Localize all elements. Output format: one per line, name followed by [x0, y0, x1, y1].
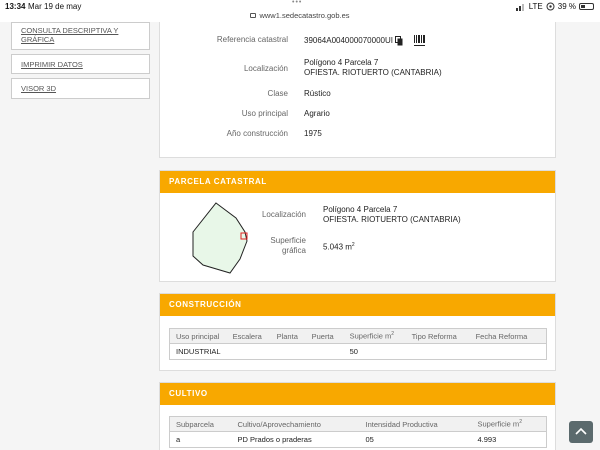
- clase-label: Clase: [267, 89, 288, 98]
- location-icon: [546, 2, 555, 11]
- battery-percent: 39 %: [557, 2, 576, 11]
- status-bar: 13:34 Mar 19 de may ••• www1.sedecatastr…: [0, 0, 600, 22]
- localizacion-line1: Polígono 4 Parcela 7: [304, 58, 379, 67]
- localizacion-label: Localización: [243, 64, 288, 73]
- address-bar[interactable]: www1.sedecatastro.gob.es: [0, 11, 600, 20]
- table-cell: a: [176, 435, 181, 444]
- column-header: Cultivo/Aprovechamiento: [231, 416, 360, 432]
- table-cell: 05: [365, 435, 374, 444]
- parcela-card: PARCELA CATASTRAL Localización Polígono …: [159, 170, 556, 282]
- sidebar-item-visor3d[interactable]: VISOR 3D: [11, 78, 150, 99]
- parcela-localizacion-label: Localización: [261, 210, 306, 219]
- barcode-icon[interactable]: [414, 35, 425, 46]
- network-label: LTE: [528, 2, 543, 11]
- uso-label: Uso principal: [241, 109, 288, 118]
- column-header: Escalera: [226, 328, 271, 344]
- unit-superscript: 2: [519, 419, 522, 426]
- construccion-card: CONSTRUCCIÓN Uso principal Escalera Planta…: [159, 293, 556, 371]
- table-cell: 4.993: [477, 435, 497, 444]
- column-header: Tipo Reforma: [405, 328, 470, 344]
- sidebar-item-label: IMPRIMIR DATOS: [21, 60, 83, 69]
- column-header: Uso principal: [169, 328, 227, 344]
- multitask-dots-icon[interactable]: •••: [292, 0, 302, 6]
- localizacion-line2: OFIESTA. RIOTUERTO (CANTABRIA): [304, 68, 442, 77]
- address-url: www1.sedecatastro.gob.es: [259, 11, 350, 20]
- sidebar-item-imprimir[interactable]: IMPRIMIR DATOS: [11, 54, 150, 74]
- lock-icon: [250, 13, 257, 18]
- table-row: INDUSTRIAL 50: [170, 344, 547, 360]
- superficie-label: Superficie gráfica: [270, 236, 306, 255]
- cultivo-header: CULTIVO: [160, 383, 555, 405]
- column-header: Superficie m2: [343, 328, 406, 344]
- status-indicators: LTE 39 %: [515, 2, 594, 11]
- parcela-header: PARCELA CATASTRAL: [160, 171, 555, 193]
- anio-value: 1975: [304, 129, 322, 138]
- inmueble-card: Referencia catastral 39064A004000070000U…: [159, 22, 556, 158]
- column-header: Puerta: [305, 328, 344, 344]
- construccion-table: Uso principal Escalera Planta Puerta Superfi…: [169, 328, 547, 360]
- clase-value: Rústico: [304, 89, 331, 98]
- table-cell: [306, 344, 344, 360]
- unit-superscript: 2: [391, 331, 395, 338]
- column-header: Superficie m2: [471, 416, 547, 432]
- ref-catastral-label: Referencia catastral: [216, 35, 288, 44]
- column-header: Fecha Reforma: [469, 328, 547, 344]
- chevron-up-icon: [575, 427, 587, 435]
- table-cell: [271, 344, 306, 360]
- table-cell: 50: [349, 347, 358, 356]
- table-cell: INDUSTRIAL: [176, 347, 221, 356]
- sidebar-item-label: VISOR 3D: [21, 84, 57, 93]
- copy-icon[interactable]: [395, 36, 403, 46]
- status-date: Mar 19 de may: [28, 2, 82, 11]
- parcela-localizacion-line1: Polígono 4 Parcela 7: [323, 205, 398, 214]
- table-row: a PD Prados o praderas 05 4.993: [170, 432, 547, 448]
- ref-catastral-value: 39064A004000070000UI: [304, 36, 393, 45]
- column-header: Intensidad Productiva: [359, 416, 472, 432]
- table-cell: [227, 344, 271, 360]
- column-header: Subparcela: [169, 416, 232, 432]
- anio-label: Año construcción: [226, 129, 288, 138]
- status-time: 13:34: [5, 2, 26, 11]
- table-cell: PD Prados o praderas: [237, 435, 312, 444]
- column-header: Planta: [270, 328, 306, 344]
- uso-value: Agrario: [304, 109, 330, 118]
- construccion-header: CONSTRUCCIÓN: [160, 294, 555, 316]
- table-cell: [406, 344, 470, 360]
- superficie-value: 5.043 m2: [323, 242, 355, 252]
- scroll-top-button[interactable]: [569, 421, 593, 443]
- battery-icon: [579, 3, 594, 10]
- signal-icon: [515, 3, 524, 11]
- cultivo-card: CULTIVO Subparcela Cultivo/Aprovechamient…: [159, 382, 556, 450]
- sidebar-item-consulta[interactable]: CONSULTA DESCRIPTIVA Y GRÁFICA: [11, 22, 150, 50]
- parcela-localizacion-line2: OFIESTA. RIOTUERTO (CANTABRIA): [323, 215, 461, 224]
- table-cell: [470, 344, 547, 360]
- sidebar-item-label: CONSULTA DESCRIPTIVA Y GRÁFICA: [21, 26, 119, 44]
- cultivo-table: Subparcela Cultivo/Aprovechamiento Intensi…: [169, 416, 547, 448]
